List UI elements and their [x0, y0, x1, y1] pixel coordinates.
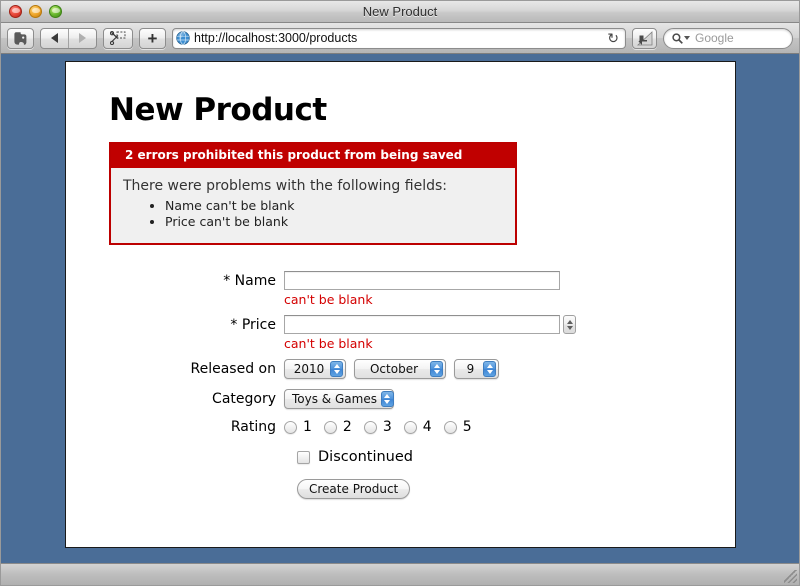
- browser-window: New Product + http://localhost:3000/prod…: [0, 0, 800, 586]
- category-label: Category: [212, 391, 276, 408]
- downloads-button[interactable]: [632, 27, 657, 49]
- form-row-rating: Rating 1 2 3 4 5: [109, 419, 695, 435]
- create-product-button[interactable]: Create Product: [297, 479, 411, 500]
- released-on-year-value: 2010: [293, 362, 325, 377]
- released-on-month-select[interactable]: October: [354, 359, 446, 380]
- form-row-submit: Create Product: [109, 479, 695, 500]
- rating-option-5[interactable]: 5: [443, 419, 472, 436]
- reload-icon[interactable]: ↻: [605, 31, 621, 45]
- form-row-discontinued: Discontinued: [109, 449, 695, 465]
- select-arrows-icon: [380, 391, 394, 408]
- rating-option-label: 1: [303, 419, 312, 436]
- scissors-icon: [110, 31, 126, 45]
- forward-arrow-icon: [79, 33, 86, 43]
- new-product-form: * Name can't be blank * Price can't be b…: [109, 271, 695, 500]
- rating-option-label: 2: [342, 419, 352, 436]
- rating-label: Rating: [230, 419, 276, 436]
- radio-icon[interactable]: [363, 420, 377, 434]
- released-on-year-select[interactable]: 2010: [284, 359, 346, 380]
- released-on-month-value: October: [369, 362, 419, 377]
- select-arrows-icon: [430, 361, 443, 378]
- price-label: * Price: [230, 316, 276, 333]
- error-heading: 2 errors prohibited this product from be…: [111, 144, 515, 169]
- stepper-up-icon[interactable]: [566, 319, 573, 324]
- web-clipper-button[interactable]: [103, 27, 133, 49]
- form-row-category: Category Toys & Games: [109, 389, 695, 410]
- discontinued-label: Discontinued: [318, 449, 414, 466]
- add-button[interactable]: +: [139, 27, 166, 49]
- rating-option-label: 3: [382, 419, 392, 436]
- category-value: Toys & Games: [292, 392, 377, 407]
- stepper-down-icon[interactable]: [566, 325, 573, 330]
- back-arrow-icon: [51, 33, 58, 43]
- browser-toolbar: + http://localhost:3000/products ↻ Googl…: [1, 23, 799, 54]
- released-on-day-select[interactable]: 9: [454, 359, 499, 380]
- page-viewport: New Product 2 errors prohibited this pro…: [1, 54, 799, 563]
- radio-icon[interactable]: [284, 420, 297, 434]
- rating-option-2[interactable]: 2: [323, 419, 352, 436]
- forward-button[interactable]: [68, 28, 96, 48]
- rating-option-label: 5: [462, 419, 472, 436]
- error-intro: There were problems with the following f…: [123, 178, 447, 195]
- evernote-elephant-icon[interactable]: [7, 27, 34, 49]
- rating-option-label: 4: [422, 419, 432, 436]
- price-input[interactable]: [284, 315, 560, 335]
- window-title: New Product: [362, 4, 438, 19]
- rating-option-4[interactable]: 4: [403, 419, 432, 436]
- form-row-released-on: Released on 2010 October 9: [109, 359, 695, 380]
- form-row-name: * Name: [109, 271, 695, 291]
- select-arrows-icon: [330, 361, 343, 378]
- released-on-label: Released on: [190, 361, 276, 378]
- elephant-glyph: [14, 31, 27, 45]
- name-input[interactable]: [284, 271, 560, 291]
- name-field-error: can't be blank: [284, 292, 373, 308]
- name-label: * Name: [223, 272, 276, 289]
- radio-icon[interactable]: [323, 420, 337, 434]
- web-page: New Product 2 errors prohibited this pro…: [65, 61, 736, 548]
- address-bar[interactable]: http://localhost:3000/products ↻: [172, 27, 626, 49]
- globe-favicon-icon: [176, 31, 190, 45]
- address-bar-url: http://localhost:3000/products: [194, 31, 358, 45]
- released-on-day-value: 9: [466, 362, 475, 377]
- page-title: New Product: [109, 92, 327, 128]
- discontinued-checkbox[interactable]: [297, 450, 310, 464]
- form-row-price: * Price: [109, 315, 695, 335]
- error-list-item: Price can't be blank: [165, 214, 503, 230]
- search-icon: [672, 32, 683, 44]
- rating-option-3[interactable]: 3: [363, 419, 392, 436]
- category-select[interactable]: Toys & Games: [284, 389, 394, 410]
- price-stepper[interactable]: [563, 315, 576, 335]
- search-bar[interactable]: Google: [663, 27, 793, 49]
- radio-icon[interactable]: [443, 420, 457, 434]
- rating-radio-group: 1 2 3 4 5: [284, 419, 484, 435]
- radio-icon[interactable]: [403, 420, 417, 434]
- select-arrows-icon: [483, 361, 496, 378]
- plus-icon: +: [147, 28, 158, 48]
- back-button[interactable]: [41, 29, 68, 48]
- error-explanation: 2 errors prohibited this product from be…: [109, 142, 517, 246]
- chevron-down-icon[interactable]: [684, 36, 690, 40]
- price-field-error: can't be blank: [284, 336, 373, 352]
- rating-option-1[interactable]: 1: [284, 419, 312, 435]
- window-statusbar: [1, 563, 799, 585]
- error-list: Name can't be blank Price can't be blank: [123, 198, 503, 229]
- search-input[interactable]: Google: [695, 31, 734, 45]
- window-titlebar: New Product: [1, 1, 799, 23]
- download-tray-icon: [636, 30, 653, 45]
- error-body: There were problems with the following f…: [111, 168, 515, 244]
- resize-grip[interactable]: [784, 570, 797, 583]
- nav-button-group: [40, 27, 97, 49]
- error-list-item: Name can't be blank: [165, 198, 503, 214]
